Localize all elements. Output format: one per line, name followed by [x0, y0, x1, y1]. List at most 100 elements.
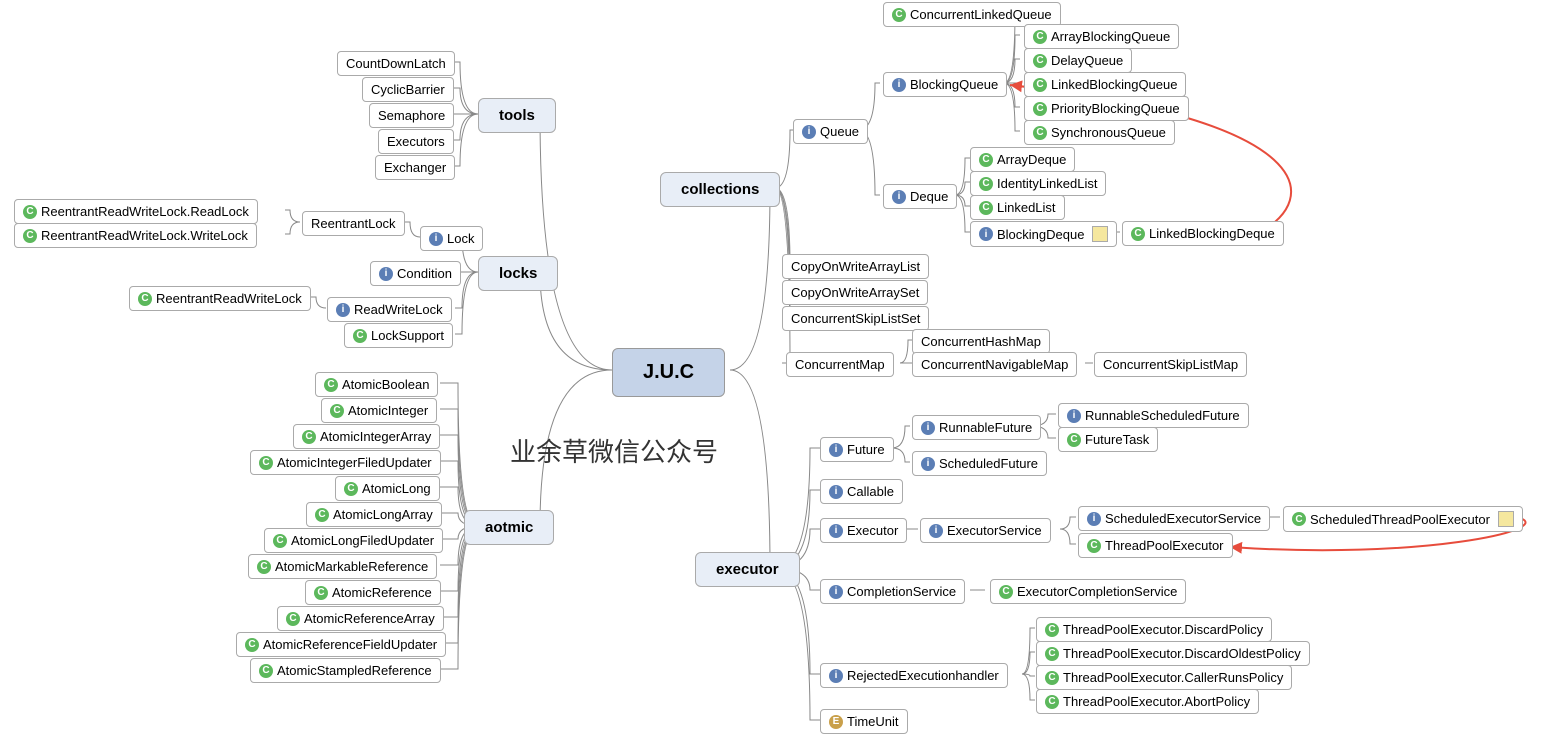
node-identitylinkedlist[interactable]: CIdentityLinkedList: [970, 171, 1106, 196]
interface-icon: i: [829, 669, 843, 683]
node-rej3[interactable]: CThreadPoolExecutor.AbortPolicy: [1036, 689, 1259, 714]
note-icon: [1092, 226, 1108, 242]
node-delayqueue[interactable]: CDelayQueue: [1024, 48, 1132, 73]
class-icon: C: [353, 329, 367, 343]
node-cyclicbarrier[interactable]: CyclicBarrier: [362, 77, 454, 102]
node-atomicinteger[interactable]: CAtomicInteger: [321, 398, 437, 423]
node-atomiclong[interactable]: CAtomicLong: [335, 476, 440, 501]
interface-icon: i: [829, 585, 843, 599]
node-atomicreferencefieldupdater[interactable]: CAtomicReferenceFieldUpdater: [236, 632, 446, 657]
interface-icon: i: [929, 524, 943, 538]
node-rej0[interactable]: CThreadPoolExecutor.DiscardPolicy: [1036, 617, 1272, 642]
interface-icon: i: [829, 524, 843, 538]
node-atomicreferencearray[interactable]: CAtomicReferenceArray: [277, 606, 444, 631]
node-runnablefuture[interactable]: iRunnableFuture: [912, 415, 1041, 440]
node-rej2[interactable]: CThreadPoolExecutor.CallerRunsPolicy: [1036, 665, 1292, 690]
node-atomicreference[interactable]: CAtomicReference: [305, 580, 441, 605]
class-icon: C: [1033, 54, 1047, 68]
node-runnablescheduledfuture[interactable]: iRunnableScheduledFuture: [1058, 403, 1249, 428]
class-icon: C: [892, 8, 906, 22]
node-linkedlist[interactable]: CLinkedList: [970, 195, 1065, 220]
node-scheduledfuture[interactable]: iScheduledFuture: [912, 451, 1047, 476]
node-executor[interactable]: iExecutor: [820, 518, 907, 543]
class-icon: C: [979, 153, 993, 167]
branch-atomic[interactable]: aotmic: [464, 510, 554, 545]
node-synchronousqueue[interactable]: CSynchronousQueue: [1024, 120, 1175, 145]
node-cslset[interactable]: ConcurrentSkipListSet: [782, 306, 929, 331]
node-arraydeque[interactable]: CArrayDeque: [970, 147, 1075, 172]
node-rej1[interactable]: CThreadPoolExecutor.DiscardOldestPolicy: [1036, 641, 1310, 666]
node-countdownlatch[interactable]: CountDownLatch: [337, 51, 455, 76]
class-icon: C: [1033, 102, 1047, 116]
node-lock[interactable]: iLock: [420, 226, 483, 251]
interface-icon: i: [892, 190, 906, 204]
class-icon: C: [330, 404, 344, 418]
interface-icon: i: [429, 232, 443, 246]
node-ses[interactable]: iScheduledExecutorService: [1078, 506, 1270, 531]
node-readlock[interactable]: CReentrantReadWriteLock.ReadLock: [14, 199, 258, 224]
node-executors[interactable]: Executors: [378, 129, 454, 154]
node-atomicmarkablereference[interactable]: CAtomicMarkableReference: [248, 554, 437, 579]
node-callable[interactable]: iCallable: [820, 479, 903, 504]
node-locksupport[interactable]: CLockSupport: [344, 323, 453, 348]
node-atomicboolean[interactable]: CAtomicBoolean: [315, 372, 438, 397]
class-icon: C: [1131, 227, 1145, 241]
node-stpe[interactable]: CScheduledThreadPoolExecutor: [1283, 506, 1523, 532]
interface-icon: i: [921, 457, 935, 471]
node-semaphore[interactable]: Semaphore: [369, 103, 454, 128]
node-cowset[interactable]: CopyOnWriteArraySet: [782, 280, 928, 305]
class-icon: C: [257, 560, 271, 574]
node-timeunit[interactable]: ETimeUnit: [820, 709, 908, 734]
node-queue[interactable]: iQueue: [793, 119, 868, 144]
branch-collections[interactable]: collections: [660, 172, 780, 207]
node-atomicintegerfiledupdater[interactable]: CAtomicIntegerFiledUpdater: [250, 450, 441, 475]
node-cslm[interactable]: ConcurrentSkipListMap: [1094, 352, 1247, 377]
interface-icon: i: [892, 78, 906, 92]
class-icon: C: [302, 430, 316, 444]
node-cnm[interactable]: ConcurrentNavigableMap: [912, 352, 1077, 377]
node-reentrantlock[interactable]: ReentrantLock: [302, 211, 405, 236]
class-icon: C: [314, 586, 328, 600]
class-icon: C: [1292, 512, 1306, 526]
node-atomiclongarray[interactable]: CAtomicLongArray: [306, 502, 442, 527]
interface-icon: i: [802, 125, 816, 139]
root-node[interactable]: J.U.C: [612, 348, 725, 397]
node-ecs[interactable]: CExecutorCompletionService: [990, 579, 1186, 604]
node-atomicstampledreference[interactable]: CAtomicStampledReference: [250, 658, 441, 683]
node-linkedblockingqueue[interactable]: CLinkedBlockingQueue: [1024, 72, 1186, 97]
branch-locks[interactable]: locks: [478, 256, 558, 291]
node-linkedblockingdeque[interactable]: CLinkedBlockingDeque: [1122, 221, 1284, 246]
interface-icon: i: [1087, 512, 1101, 526]
node-atomicintegerarray[interactable]: CAtomicIntegerArray: [293, 424, 440, 449]
node-deque[interactable]: iDeque: [883, 184, 957, 209]
class-icon: C: [286, 612, 300, 626]
node-executorservice[interactable]: iExecutorService: [920, 518, 1051, 543]
node-chm[interactable]: ConcurrentHashMap: [912, 329, 1050, 354]
node-priorityblockingqueue[interactable]: CPriorityBlockingQueue: [1024, 96, 1189, 121]
branch-tools[interactable]: tools: [478, 98, 556, 133]
enum-icon: E: [829, 715, 843, 729]
node-atomiclongfiledupdater[interactable]: CAtomicLongFiledUpdater: [264, 528, 443, 553]
node-blockingqueue[interactable]: iBlockingQueue: [883, 72, 1007, 97]
node-cowlist[interactable]: CopyOnWriteArrayList: [782, 254, 929, 279]
node-concurrentmap[interactable]: ConcurrentMap: [786, 352, 894, 377]
node-blockingdeque[interactable]: iBlockingDeque: [970, 221, 1117, 247]
class-icon: C: [1045, 647, 1059, 661]
node-readwritelock[interactable]: iReadWriteLock: [327, 297, 452, 322]
interface-icon: i: [979, 227, 993, 241]
node-tpe[interactable]: CThreadPoolExecutor: [1078, 533, 1233, 558]
class-icon: C: [1033, 126, 1047, 140]
node-futuretask[interactable]: CFutureTask: [1058, 427, 1158, 452]
interface-icon: i: [829, 485, 843, 499]
node-condition[interactable]: iCondition: [370, 261, 461, 286]
class-icon: C: [979, 201, 993, 215]
node-rejectedexecutionhandler[interactable]: iRejectedExecutionhandler: [820, 663, 1008, 688]
node-reentrantrwlock[interactable]: CReentrantReadWriteLock: [129, 286, 311, 311]
node-writelock[interactable]: CReentrantReadWriteLock.WriteLock: [14, 223, 257, 248]
note-icon: [1498, 511, 1514, 527]
node-completionservice[interactable]: iCompletionService: [820, 579, 965, 604]
branch-executor[interactable]: executor: [695, 552, 800, 587]
node-arrayblockingqueue[interactable]: CArrayBlockingQueue: [1024, 24, 1179, 49]
node-future[interactable]: iFuture: [820, 437, 894, 462]
node-exchanger[interactable]: Exchanger: [375, 155, 455, 180]
